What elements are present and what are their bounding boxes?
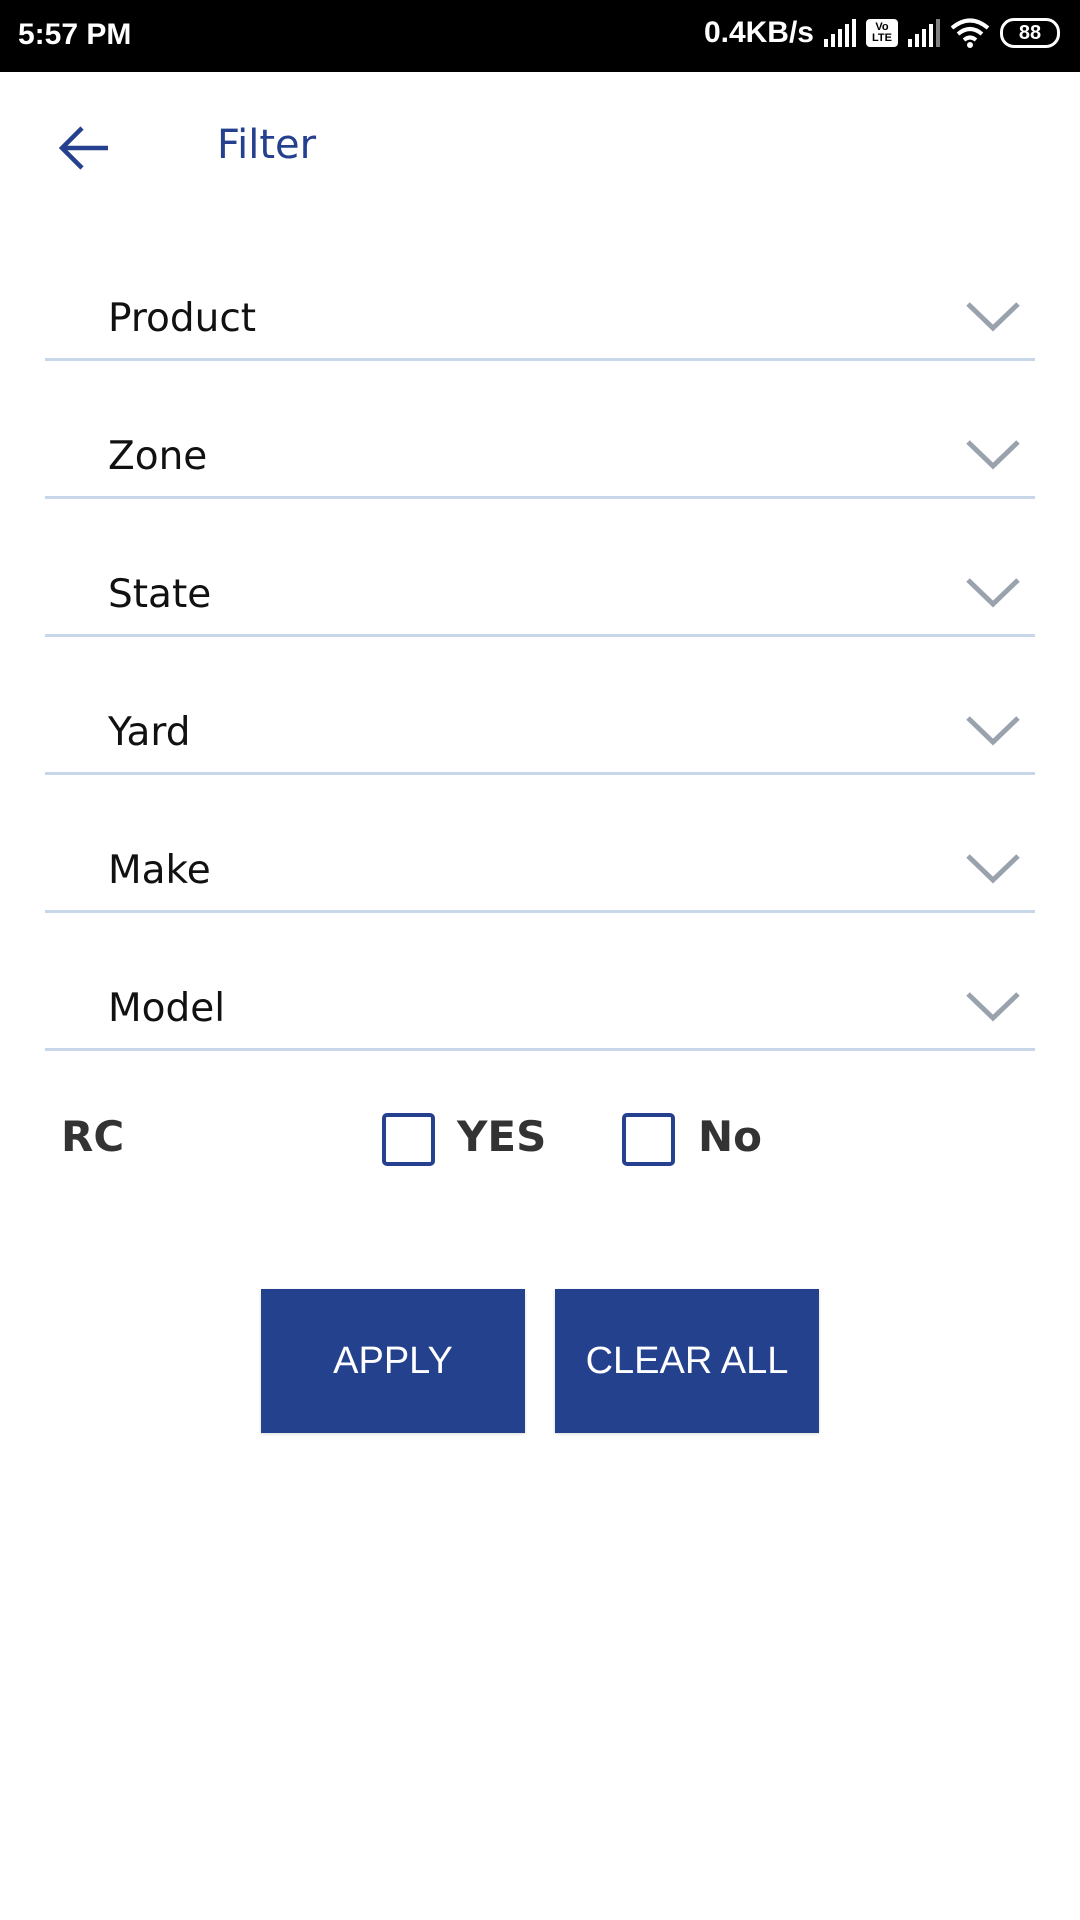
wifi-icon (950, 18, 990, 48)
signal-icon (824, 19, 856, 47)
network-speed: 0.4KB/s (703, 16, 814, 49)
arrow-left-icon[interactable] (58, 122, 110, 174)
rc-no-label[interactable]: No (698, 1112, 762, 1161)
dropdown-label: Yard (108, 710, 191, 755)
state-dropdown[interactable]: State (45, 554, 1035, 637)
chevron-down-icon (966, 302, 1020, 332)
chevron-down-icon (966, 854, 1020, 884)
make-dropdown[interactable]: Make (45, 830, 1035, 913)
dropdown-label: State (108, 572, 212, 617)
rc-label: RC (61, 1112, 125, 1161)
signal-icon (908, 19, 940, 47)
dropdown-label: Product (108, 296, 257, 341)
product-dropdown[interactable]: Product (45, 278, 1035, 361)
chevron-down-icon (966, 440, 1020, 470)
chevron-down-icon (966, 992, 1020, 1022)
zone-dropdown[interactable]: Zone (45, 416, 1035, 499)
rc-yes-label[interactable]: YES (457, 1112, 546, 1161)
status-bar: 5:57 PM 0.4KB/s Vo LTE 88 (0, 0, 1080, 72)
apply-button[interactable]: APPLY (261, 1289, 525, 1433)
chevron-down-icon (966, 578, 1020, 608)
rc-yes-checkbox[interactable] (382, 1113, 435, 1166)
status-time: 5:57 PM (18, 18, 132, 51)
dropdown-label: Model (108, 986, 226, 1031)
rc-no-checkbox[interactable] (622, 1113, 675, 1166)
yard-dropdown[interactable]: Yard (45, 692, 1035, 775)
page-title: Filter (217, 122, 317, 168)
dropdown-label: Zone (108, 434, 208, 479)
model-dropdown[interactable]: Model (45, 968, 1035, 1051)
clear-all-button[interactable]: CLEAR ALL (555, 1289, 819, 1433)
dropdown-label: Make (108, 848, 211, 893)
volte-icon: Vo LTE (866, 19, 898, 47)
battery-icon: 88 (1000, 18, 1060, 48)
chevron-down-icon (966, 716, 1020, 746)
